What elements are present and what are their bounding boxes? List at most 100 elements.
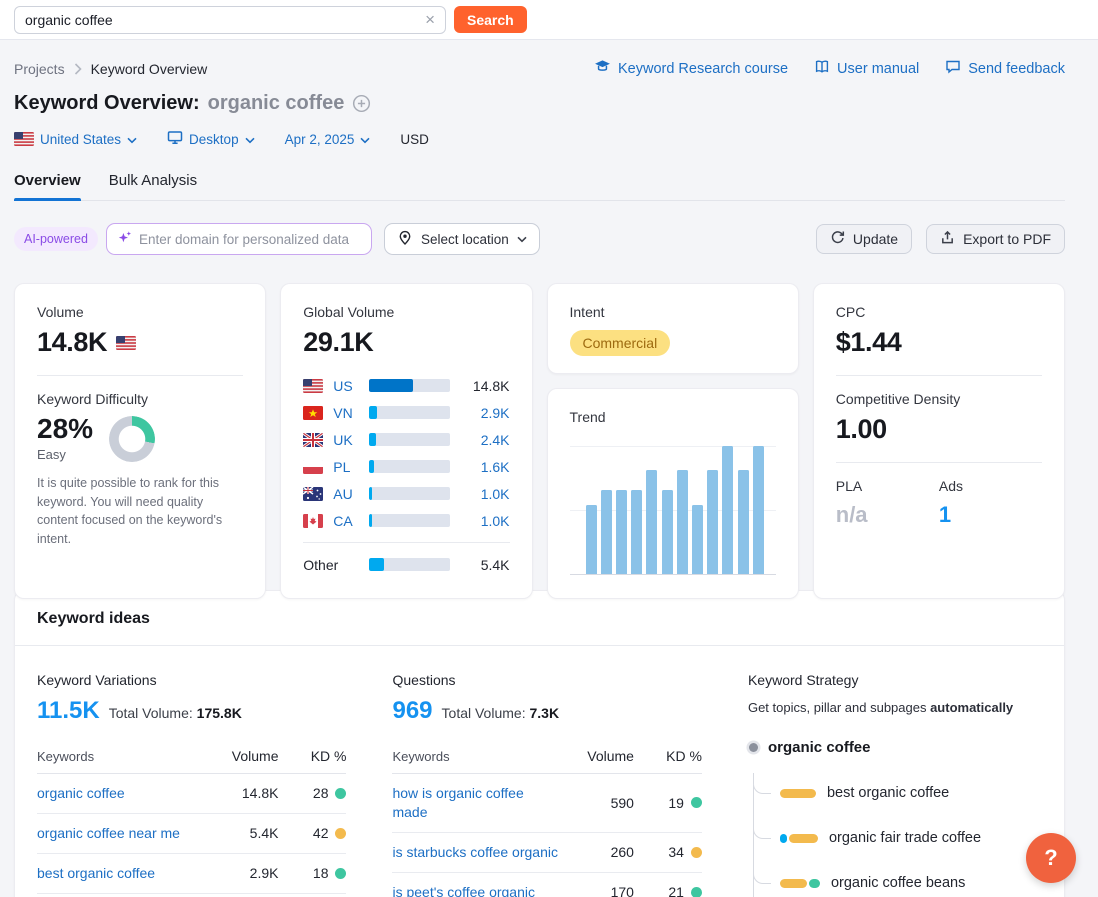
strategy-bar-segment: [789, 834, 818, 843]
col-volume[interactable]: Volume: [216, 748, 278, 764]
trend-bar: [738, 470, 749, 574]
country-code-link[interactable]: AU: [333, 486, 361, 502]
tab-bulk-analysis[interactable]: Bulk Analysis: [109, 172, 197, 200]
country-code-link[interactable]: UK: [333, 432, 361, 448]
strategy-label: Keyword Strategy: [748, 672, 1042, 688]
keyword-volume: 170: [572, 884, 634, 897]
trend-card: Trend: [547, 388, 799, 599]
country-filter[interactable]: United States: [14, 132, 137, 147]
keyword-volume: 260: [572, 844, 634, 860]
keyword-research-course-link[interactable]: Keyword Research course: [594, 59, 788, 78]
table-row: is starbucks coffee organic26034: [392, 833, 701, 873]
tab-overview[interactable]: Overview: [14, 172, 81, 200]
country-code-link[interactable]: PL: [333, 459, 361, 475]
global-volume-label: Global Volume: [303, 304, 509, 320]
strategy-child-label: best organic coffee: [827, 785, 949, 801]
strategy-root-node[interactable]: organic coffee: [748, 739, 1042, 756]
strategy-child-node[interactable]: organic coffee beans: [754, 875, 1042, 891]
location-select[interactable]: Select location: [384, 223, 540, 255]
date-filter[interactable]: Apr 2, 2025: [285, 132, 371, 147]
country-code-link[interactable]: US: [333, 378, 361, 394]
us-flag: [14, 132, 34, 146]
graduation-cap-icon: [594, 59, 611, 78]
strategy-child-node[interactable]: best organic coffee: [754, 785, 1042, 801]
questions-count[interactable]: 969: [392, 697, 432, 725]
volume-bar: [369, 460, 449, 473]
strategy-bar: [780, 834, 818, 843]
trend-bar: [662, 490, 673, 574]
global-volume-row: US14.8K: [303, 372, 509, 399]
kd-dot-yellow: [691, 847, 702, 858]
domain-input-wrapper[interactable]: [106, 223, 372, 255]
keyword-link[interactable]: is starbucks coffee organic: [392, 843, 561, 862]
volume-bar: [369, 558, 449, 571]
strategy-bar-segment: [809, 879, 820, 888]
top-search-bar: × Search: [0, 0, 1098, 40]
global-volume-card: Global Volume 29.1K US14.8KVN2.9KUK2.4KP…: [280, 283, 532, 599]
global-volume-value: 29.1K: [303, 327, 509, 358]
ca-flag: [303, 514, 325, 528]
questions-column: Questions 969 Total Volume: 7.3K Keyword…: [392, 672, 701, 897]
strategy-tree: organic coffee best organic coffee organi…: [748, 739, 1042, 897]
update-button[interactable]: Update: [816, 224, 912, 254]
keyword-link[interactable]: how is organic coffee made: [392, 784, 561, 822]
us-flag: [116, 336, 136, 350]
variations-count[interactable]: 11.5K: [37, 697, 100, 725]
book-icon: [814, 59, 830, 78]
keyword-volume: 2.9K: [216, 865, 278, 881]
keyword-link[interactable]: best organic coffee: [37, 864, 206, 883]
keyword-link[interactable]: is peet's coffee organic: [392, 883, 561, 897]
search-button[interactable]: Search: [454, 6, 527, 33]
other-bar-fill: [369, 558, 384, 571]
global-volume-row: PL1.6K: [303, 453, 509, 480]
filters-row: United States Desktop Apr 2, 2025 USD: [14, 130, 1065, 148]
keyword-search-box[interactable]: ×: [14, 6, 446, 34]
user-manual-link[interactable]: User manual: [814, 59, 919, 78]
breadcrumb-current: Keyword Overview: [91, 61, 208, 77]
trend-bar: [586, 505, 597, 574]
keyword-search-input[interactable]: [25, 12, 423, 28]
plus-circle-icon[interactable]: [352, 94, 371, 113]
ads-label: Ads: [939, 478, 1042, 494]
trend-bar: [722, 446, 733, 574]
export-pdf-button[interactable]: Export to PDF: [926, 224, 1065, 254]
competitive-density-label: Competitive Density: [836, 391, 1042, 407]
col-kd[interactable]: KD %: [288, 748, 346, 764]
col-keywords[interactable]: Keywords: [392, 749, 561, 764]
domain-input[interactable]: [139, 232, 361, 247]
country-code-link[interactable]: CA: [333, 513, 361, 529]
trend-bar: [753, 446, 764, 574]
global-volume-row: UK2.4K: [303, 426, 509, 453]
trend-bar: [616, 490, 627, 574]
other-label: Other: [303, 557, 361, 573]
competitive-density-value: 1.00: [836, 414, 1042, 445]
chevron-down-icon: [360, 132, 370, 147]
global-volume-rows: US14.8KVN2.9KUK2.4KPL1.6KAU1.0KCA1.0K: [303, 372, 509, 534]
keyword-volume: 5.4K: [216, 825, 278, 841]
col-volume[interactable]: Volume: [572, 748, 634, 764]
send-feedback-link[interactable]: Send feedback: [945, 59, 1065, 78]
chevron-down-icon: [245, 132, 255, 147]
kd-dot-green: [691, 887, 702, 897]
breadcrumb-projects[interactable]: Projects: [14, 61, 65, 77]
col-kd[interactable]: KD %: [644, 748, 702, 764]
strategy-child-node[interactable]: organic fair trade coffee: [754, 830, 1042, 846]
monitor-icon: [167, 130, 183, 148]
keyword-link[interactable]: organic coffee near me: [37, 824, 206, 843]
strategy-bar: [780, 789, 816, 798]
pl-flag: [303, 460, 325, 474]
kd-note: It is quite possible to rank for this ke…: [37, 474, 243, 548]
keyword-link[interactable]: organic coffee: [37, 784, 206, 803]
device-filter[interactable]: Desktop: [167, 130, 255, 148]
keyword-kd: 19: [644, 795, 702, 811]
country-code-link[interactable]: VN: [333, 405, 361, 421]
volume-bar: [369, 487, 449, 500]
help-button[interactable]: ?: [1026, 833, 1076, 883]
clear-search-icon[interactable]: ×: [423, 11, 437, 28]
keyword-kd: 42: [288, 825, 346, 841]
speech-bubble-icon: [945, 59, 961, 78]
kd-donut-chart: [109, 416, 155, 462]
keyword-ideas-card: Keyword ideas Keyword Variations 11.5K T…: [14, 590, 1065, 897]
col-keywords[interactable]: Keywords: [37, 749, 206, 764]
table-row: best organic coffee2.9K18: [37, 854, 346, 894]
